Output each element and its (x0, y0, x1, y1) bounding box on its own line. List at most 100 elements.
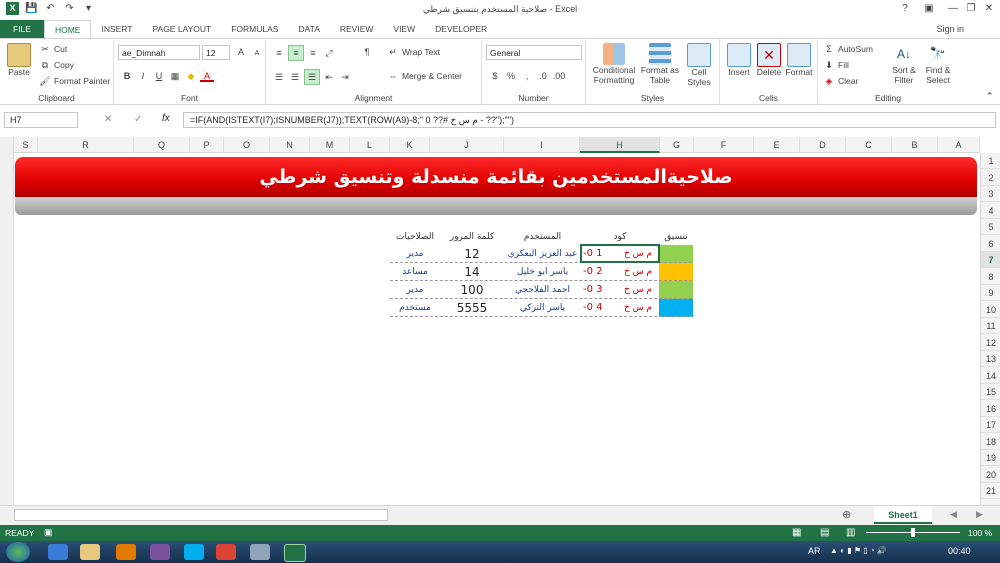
permission-cell[interactable]: مدير (390, 281, 440, 299)
code-cell[interactable]: -0 2 (580, 263, 623, 281)
permission-cell[interactable]: مستخدم (390, 299, 440, 317)
row-header-15[interactable]: 15 (981, 384, 1000, 400)
increase-decimal-icon[interactable]: .0 (536, 69, 550, 83)
new-sheet-icon[interactable]: ⊕ (842, 508, 851, 521)
wrap-text-button[interactable]: ↵ Wrap Text (386, 45, 440, 59)
row-header-11[interactable]: 11 (981, 318, 1000, 334)
row-header-13[interactable]: 13 (981, 351, 1000, 367)
password-cell[interactable]: 12 (440, 245, 504, 263)
enter-formula-icon[interactable]: ✓ (134, 114, 142, 125)
formula-input[interactable]: =IF(AND(ISTEXT(I7);ISNUMBER(J7));TEXT(RO… (183, 112, 996, 128)
number-format-dropdown[interactable]: General (486, 45, 582, 60)
row-header-6[interactable]: 6 (981, 236, 1000, 252)
selected-cell[interactable] (580, 244, 660, 263)
autosum-button[interactable]: Σ AutoSum (822, 42, 873, 56)
column-header-s[interactable]: S (14, 137, 38, 153)
percent-icon[interactable]: % (504, 69, 518, 83)
tab-review[interactable]: REVIEW (330, 20, 384, 38)
tab-developer[interactable]: DEVELOPER (425, 20, 497, 38)
format-text-cell[interactable]: م س خ (618, 263, 658, 281)
column-header-o[interactable]: O (224, 137, 270, 153)
close-button[interactable]: ✕ (980, 2, 998, 16)
language-indicator[interactable]: AR (808, 546, 821, 556)
clear-button[interactable]: ◈ Clear (822, 74, 859, 88)
zoom-slider-thumb[interactable] (911, 528, 915, 537)
increase-indent-icon[interactable]: ⇥ (338, 70, 352, 84)
format-swatch[interactable] (659, 263, 693, 281)
format-text-cell[interactable]: م س خ (618, 299, 658, 317)
column-header-j[interactable]: J (430, 137, 504, 153)
skype-icon[interactable] (184, 544, 204, 560)
restore-button[interactable]: ❐ (962, 2, 980, 16)
format-painter-button[interactable]: 🖌 Format Painter (38, 74, 110, 88)
row-header-9[interactable]: 9 (981, 285, 1000, 301)
user-cell[interactable]: ياسر التركي (505, 299, 580, 317)
row-header-21[interactable]: 21 (981, 483, 1000, 499)
permission-cell[interactable]: مساعد (390, 263, 440, 281)
row-header-12[interactable]: 12 (981, 335, 1000, 351)
row-header-20[interactable]: 20 (981, 467, 1000, 483)
conditional-formatting-button[interactable]: Conditional Formatting (590, 43, 638, 85)
page-break-view-icon[interactable]: ▥ (846, 527, 855, 538)
tab-file[interactable]: FILE (0, 20, 44, 38)
font-size-dropdown[interactable]: 12 (202, 45, 230, 60)
horizontal-scrollbar[interactable] (14, 509, 388, 521)
tray-icons[interactable]: ▲ ◐ ▮ ⚑ ▯ ◔ 🔊 (830, 546, 887, 555)
app-window-icon[interactable] (250, 544, 270, 560)
column-header-p[interactable]: P (190, 137, 224, 153)
chrome-icon[interactable] (216, 544, 236, 560)
copy-button[interactable]: ⧉ Copy (38, 58, 74, 72)
row-header-10[interactable]: 10 (981, 302, 1000, 318)
orientation-icon[interactable]: ⤢ (322, 46, 336, 60)
user-cell[interactable]: ياسر ابو خليل (505, 263, 580, 281)
underline-icon[interactable]: U (152, 69, 166, 83)
delete-cells-button[interactable]: ✕ Delete (754, 43, 784, 77)
row-header-5[interactable]: 5 (981, 219, 1000, 235)
column-header-a[interactable]: A (938, 137, 980, 153)
code-cell[interactable]: -0 3 (580, 281, 623, 299)
password-cell[interactable]: 100 (440, 281, 504, 299)
normal-view-icon[interactable]: ▦ (792, 527, 801, 538)
scroll-sheets-left-icon[interactable]: ◀ (950, 509, 957, 520)
media-player-icon[interactable] (116, 544, 136, 560)
font-color-icon[interactable]: A (200, 69, 214, 82)
password-cell[interactable]: 14 (440, 263, 504, 281)
row-header-4[interactable]: 4 (981, 203, 1000, 219)
format-as-table-button[interactable]: Format as Table (640, 43, 680, 85)
name-box[interactable]: H7 (4, 112, 78, 128)
align-bottom-icon[interactable]: ≡ (306, 46, 320, 60)
fill-button[interactable]: ⬇ Fill (822, 58, 849, 72)
align-center-icon[interactable]: ☰ (288, 70, 302, 84)
insert-function-icon[interactable]: fx (162, 113, 170, 124)
start-button-icon[interactable] (6, 542, 30, 562)
grow-font-icon[interactable]: A (234, 45, 248, 59)
format-swatch[interactable] (659, 299, 693, 317)
page-layout-view-icon[interactable]: ▤ (820, 527, 829, 538)
column-header-e[interactable]: E (754, 137, 800, 153)
row-header-7[interactable]: 7 (981, 252, 1000, 268)
find-select-button[interactable]: 🔭 Find & Select (922, 43, 954, 85)
decrease-decimal-icon[interactable]: .00 (552, 69, 566, 83)
viber-icon[interactable] (150, 544, 170, 560)
column-header-c[interactable]: C (846, 137, 892, 153)
align-right-icon[interactable]: ☰ (304, 69, 320, 85)
format-swatch[interactable] (659, 245, 693, 263)
permission-cell[interactable]: مدير (390, 245, 440, 263)
column-header-l[interactable]: L (350, 137, 390, 153)
text-direction-button[interactable]: ¶ (360, 45, 376, 59)
column-header-h[interactable]: H (580, 137, 660, 153)
row-header-14[interactable]: 14 (981, 368, 1000, 384)
internet-explorer-icon[interactable] (48, 544, 68, 560)
tab-insert[interactable]: INSERT (91, 20, 142, 38)
currency-icon[interactable]: $ (488, 69, 502, 83)
scroll-sheets-right-icon[interactable]: ▶ (976, 509, 983, 520)
format-text-cell[interactable]: م س خ (618, 281, 658, 299)
tab-formulas[interactable]: FORMULAS (221, 20, 288, 38)
italic-icon[interactable]: I (136, 69, 150, 83)
column-header-r[interactable]: R (38, 137, 134, 153)
column-header-d[interactable]: D (800, 137, 846, 153)
collapse-ribbon-icon[interactable]: ⌃ (986, 91, 994, 102)
macro-record-icon[interactable]: ▣ (44, 527, 53, 538)
row-header-19[interactable]: 19 (981, 450, 1000, 466)
column-header-f[interactable]: F (694, 137, 754, 153)
